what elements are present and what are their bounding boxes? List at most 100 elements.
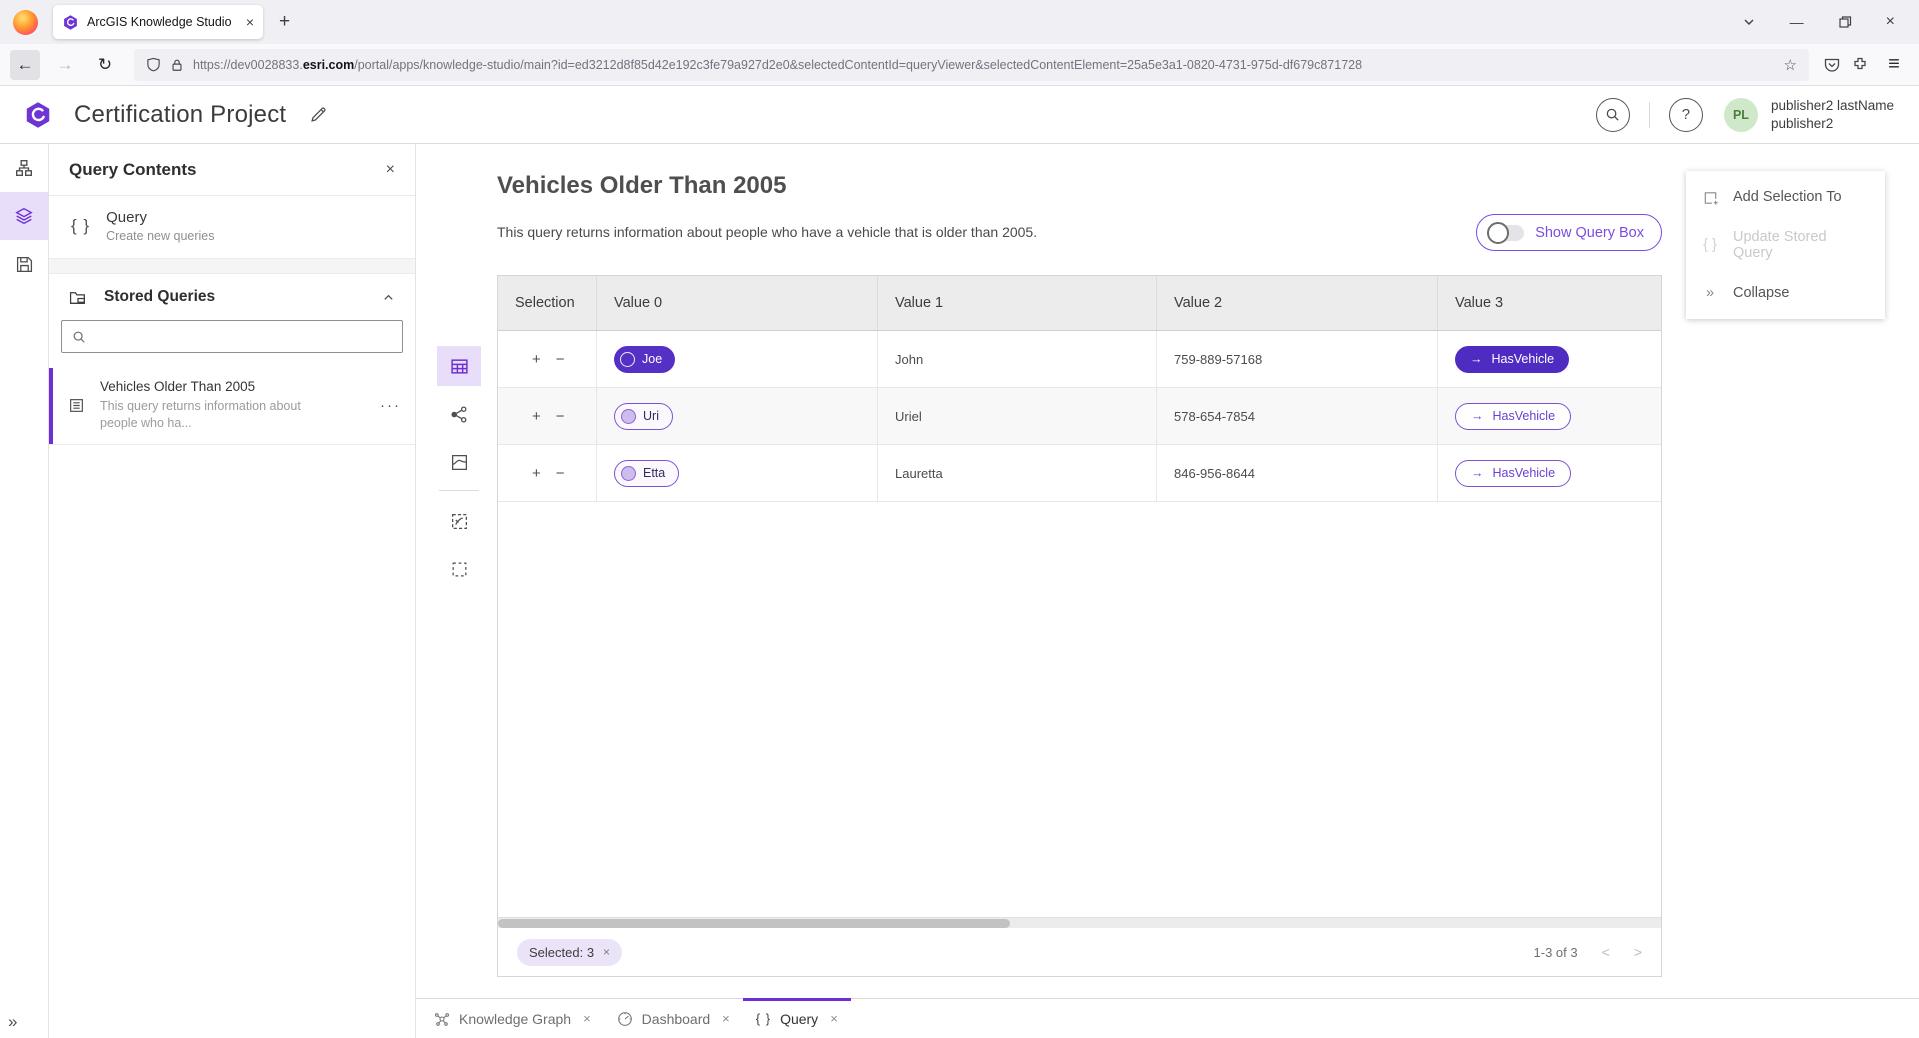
search-button[interactable] [1596,98,1630,132]
expand-rail-icon[interactable]: » [8,1012,17,1032]
close-tab-icon[interactable]: × [722,1011,730,1026]
show-query-box-button[interactable]: Show Query Box [1476,214,1662,251]
add-to-selection-button[interactable]: + [532,408,541,425]
tab-dashboard[interactable]: Dashboard × [604,999,743,1038]
link-chart-icon [450,405,469,424]
window-restore-button[interactable] [1838,15,1852,29]
window-close-button[interactable]: × [1886,14,1895,30]
entity-pill[interactable]: Joe [614,346,675,373]
window-minimize-button[interactable]: — [1790,15,1804,29]
menu-item-label: Add Selection To [1733,189,1842,205]
relationship-pill[interactable]: →HasVehicle [1455,460,1571,487]
edit-pencil-icon[interactable] [310,106,327,123]
stored-query-item[interactable]: Vehicles Older Than 2005 This query retu… [49,368,415,445]
entity-circle-icon [621,466,636,481]
toolbar-divider [439,490,479,491]
dashboard-gauge-icon [617,1011,633,1027]
relationship-pill[interactable]: →HasVehicle [1455,346,1569,373]
panel-close-icon[interactable]: × [386,161,395,179]
clear-selection-icon[interactable]: × [603,945,610,959]
reload-button[interactable]: ↻ [90,50,120,80]
stored-queries-search-input[interactable] [95,329,392,344]
browser-tab[interactable]: ArcGIS Knowledge Studio × [53,5,263,39]
show-query-box-toggle[interactable] [1489,225,1524,241]
next-page-button[interactable]: > [1634,944,1642,960]
braces-icon: { } [756,1011,771,1026]
entity-pill[interactable]: Etta [614,460,679,487]
scrollbar-thumb[interactable] [498,919,1010,928]
browser-url-bar: ← → ↻ https://dev0028833.esri.com/portal… [0,44,1919,86]
show-query-box-label: Show Query Box [1535,225,1644,241]
link-chart-button[interactable] [437,394,481,434]
url-text: https://dev0028833.esri.com/portal/apps/… [193,58,1362,72]
app-header: Certification Project ? PL publisher2 la… [0,86,1919,144]
layers-icon [15,207,33,225]
remove-from-selection-button[interactable]: − [556,351,565,368]
query-result-description: This query returns information about peo… [497,224,1037,240]
table-view-button[interactable] [437,346,481,386]
tab-close-icon[interactable]: × [246,15,254,29]
section-gap [49,259,415,274]
stored-query-doc-icon [68,397,85,414]
column-header-selection: Selection [498,276,597,330]
lock-icon[interactable] [170,58,184,72]
horizontal-scrollbar[interactable] [498,917,1661,928]
avatar[interactable]: PL [1724,98,1758,132]
map-view-button[interactable] [437,442,481,482]
add-selection-icon [1701,189,1719,206]
stored-query-options-icon[interactable]: ··· [380,397,401,414]
arrow-right-icon: → [1470,352,1483,366]
tracking-shield-icon[interactable] [146,57,161,72]
search-icon [1605,107,1620,122]
forward-button[interactable]: → [50,50,80,80]
url-field[interactable]: https://dev0028833.esri.com/portal/apps/… [134,49,1809,81]
extensions-puzzle-icon[interactable] [1851,56,1869,74]
query-item-title: Query [106,209,214,226]
table-row: + − Joe John 759-889-57168 →HasVehicle [498,331,1661,388]
rail-save-button[interactable] [0,240,48,288]
rail-contents-button[interactable] [0,192,48,240]
page-title: Certification Project [74,101,286,129]
selection-context-menu: Add Selection To { } Update Stored Query… [1686,171,1885,319]
previous-page-button[interactable]: < [1602,944,1610,960]
tab-query[interactable]: { } Query × [743,999,851,1038]
stored-queries-title: Stored Queries [104,288,366,306]
new-tab-button[interactable]: + [279,11,290,33]
tab-list-chevron-icon[interactable] [1742,15,1756,29]
close-tab-icon[interactable]: × [830,1011,838,1026]
pocket-icon[interactable] [1823,56,1841,74]
result-view-toolbar [437,346,481,597]
menu-item-add-selection-to[interactable]: Add Selection To [1686,173,1885,221]
close-tab-icon[interactable]: × [583,1011,591,1026]
back-button[interactable]: ← [10,50,40,80]
add-to-selection-button[interactable]: + [532,465,541,482]
add-to-map-icon [450,512,469,531]
collapse-section-chevron-icon[interactable] [382,291,395,304]
bookmark-star-icon[interactable]: ☆ [1784,56,1797,74]
rail-data-model-button[interactable] [0,144,48,192]
query-item[interactable]: { } Query Create new queries [49,196,415,259]
menu-item-update-stored-query[interactable]: { } Update Stored Query [1686,221,1885,269]
menu-item-collapse[interactable]: » Collapse [1686,269,1885,317]
help-button[interactable]: ? [1669,98,1703,132]
table-icon [450,357,469,376]
arrow-right-icon: → [1471,466,1484,480]
entity-pill[interactable]: Uri [614,403,673,430]
table-footer: Selected: 3 × 1-3 of 3 < > [498,928,1661,976]
query-result-title: Vehicles Older Than 2005 [497,172,786,200]
relationship-pill[interactable]: →HasVehicle [1455,403,1571,430]
add-to-map-button[interactable] [437,501,481,541]
menu-hamburger-icon[interactable]: ≡ [1879,50,1909,80]
stored-queries-search [61,320,403,353]
cell-value: 759-889-57168 [1157,331,1438,387]
entity-circle-icon [620,352,635,367]
remove-from-selection-button[interactable]: − [556,465,565,482]
remove-from-selection-button[interactable]: − [556,408,565,425]
browser-tab-title: ArcGIS Knowledge Studio [87,15,238,29]
tab-label: Knowledge Graph [459,1011,571,1027]
add-to-selection-button[interactable]: + [532,351,541,368]
column-header-value3: Value 3 [1438,276,1661,330]
selection-tool-button[interactable] [437,549,481,589]
firefox-logo-icon[interactable] [13,10,38,35]
tab-knowledge-graph[interactable]: Knowledge Graph × [421,999,604,1038]
